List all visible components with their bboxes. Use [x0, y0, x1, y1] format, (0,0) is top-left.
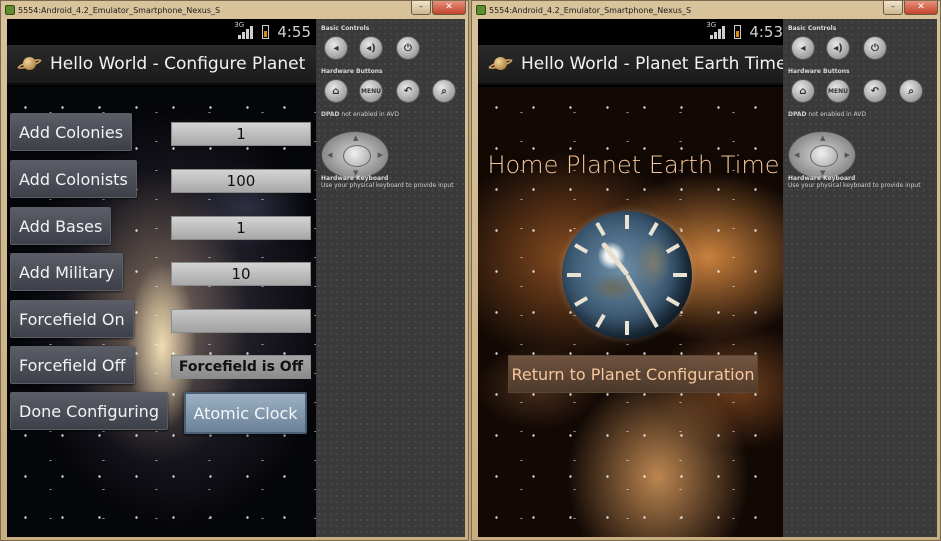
emulator-controls-panel: Basic Controls ◂ ◂) ⏻ Hardware Buttons ⌂… — [316, 19, 465, 537]
window-titlebar[interactable]: 5554:Android_4.2_Emulator_Smartphone_Nex… — [472, 1, 940, 19]
earth-time-content: Home Planet Earth Time Return to Planet … — [478, 87, 789, 537]
add-bases-button[interactable]: Add Bases — [10, 207, 112, 245]
status-bar: 3G 4:55 — [7, 19, 317, 45]
network-type-label: 3G — [234, 21, 245, 29]
window-controls: – ✕ — [411, 1, 466, 15]
emulator-controls-panel: Basic Controls ◂ ◂) ⏻ Hardware Buttons ⌂… — [783, 19, 937, 537]
hardware-keyboard-label: Hardware Keyboard — [321, 175, 389, 182]
menu-button[interactable]: MENU — [826, 79, 850, 103]
minute-hand — [625, 274, 655, 322]
forcefield-field[interactable] — [171, 309, 311, 333]
atomic-clock-button[interactable]: Atomic Clock — [184, 392, 307, 434]
status-clock: 4:55 — [277, 23, 311, 41]
add-colonies-button[interactable]: Add Colonies — [10, 113, 133, 151]
dpad-control[interactable]: ▲ ▼ ◀ ▶ — [321, 131, 389, 179]
action-bar-title: Hello World - Configure Planet — [50, 54, 306, 74]
basic-controls-label: Basic Controls — [788, 25, 837, 32]
network-type-label: 3G — [706, 21, 717, 29]
window-title: 5554:Android_4.2_Emulator_Smartphone_Nex… — [18, 5, 221, 15]
bases-field[interactable]: 1 — [171, 216, 311, 240]
status-clock: 4:53 — [749, 23, 783, 41]
home-icon[interactable]: ⌂ — [324, 79, 348, 103]
basic-controls-label: Basic Controls — [321, 25, 370, 32]
saturn-icon — [487, 56, 514, 72]
emulator-window-configure: 5554:Android_4.2_Emulator_Smartphone_Nex… — [0, 0, 469, 541]
device-screen: 3G 4:53 Hello World - Planet Earth Time … — [478, 19, 789, 537]
emulator-window-earth-time: 5554:Android_4.2_Emulator_Smartphone_Nex… — [471, 0, 941, 541]
android-app-icon — [5, 5, 15, 15]
power-icon[interactable]: ⏻ — [396, 36, 420, 60]
military-field[interactable]: 10 — [171, 262, 311, 286]
menu-button[interactable]: MENU — [359, 79, 383, 103]
keyboard-note: Use your physical keyboard to provide in… — [321, 182, 454, 189]
return-to-configuration-button[interactable]: Return to Planet Configuration — [508, 355, 758, 393]
device-screen: 3G 4:55 Hello World - Configure Planet A… — [7, 19, 317, 537]
volume-up-icon[interactable]: ◂) — [826, 36, 850, 60]
minimize-button[interactable]: – — [411, 1, 431, 15]
forcefield-status: Forcefield is Off — [171, 355, 311, 379]
action-bar: Hello World - Configure Planet — [7, 45, 317, 85]
configure-content: Add Colonies 1 Add Colonists 100 Add Bas… — [7, 87, 317, 537]
colonists-field[interactable]: 100 — [171, 169, 311, 193]
dpad-note: DPAD not enabled in AVD — [321, 111, 399, 118]
volume-down-icon[interactable]: ◂ — [791, 36, 815, 60]
done-configuring-button[interactable]: Done Configuring — [10, 392, 168, 430]
back-icon[interactable]: ↶ — [863, 79, 887, 103]
power-icon[interactable]: ⏻ — [863, 36, 887, 60]
close-button[interactable]: ✕ — [904, 1, 938, 15]
battery-icon — [734, 25, 742, 39]
close-button[interactable]: ✕ — [432, 1, 466, 15]
colonies-field[interactable]: 1 — [171, 122, 311, 146]
status-bar: 3G 4:53 — [478, 19, 789, 45]
hardware-keyboard-label: Hardware Keyboard — [788, 175, 856, 182]
hardware-buttons-label: Hardware Buttons — [788, 68, 850, 75]
forcefield-off-button[interactable]: Forcefield Off — [10, 346, 135, 384]
window-controls: – ✕ — [883, 1, 938, 15]
battery-icon — [262, 25, 270, 39]
earth-analog-clock — [562, 211, 692, 339]
volume-down-icon[interactable]: ◂ — [324, 36, 348, 60]
add-military-button[interactable]: Add Military — [10, 253, 124, 291]
hour-hand — [600, 241, 630, 277]
signal-icon: 3G — [706, 21, 726, 39]
forcefield-on-button[interactable]: Forcefield On — [10, 300, 134, 338]
signal-icon: 3G — [234, 21, 254, 39]
action-bar: Hello World - Planet Earth Time — [478, 45, 789, 85]
saturn-icon — [16, 56, 43, 72]
window-titlebar[interactable]: 5554:Android_4.2_Emulator_Smartphone_Nex… — [1, 1, 468, 19]
window-title: 5554:Android_4.2_Emulator_Smartphone_Nex… — [489, 5, 692, 15]
back-icon[interactable]: ↶ — [396, 79, 420, 103]
dpad-note: DPAD not enabled in AVD — [788, 111, 866, 118]
search-icon[interactable]: ⌕ — [432, 79, 456, 103]
home-icon[interactable]: ⌂ — [791, 79, 815, 103]
volume-up-icon[interactable]: ◂) — [359, 36, 383, 60]
dpad-control[interactable]: ▲ ▼ ◀ ▶ — [788, 131, 856, 179]
add-colonists-button[interactable]: Add Colonists — [10, 160, 137, 198]
action-bar-title: Hello World - Planet Earth Time — [521, 54, 787, 74]
minimize-button[interactable]: – — [883, 1, 903, 15]
search-icon[interactable]: ⌕ — [899, 79, 923, 103]
earth-time-heading: Home Planet Earth Time — [487, 151, 780, 179]
keyboard-note: Use your physical keyboard to provide in… — [788, 182, 921, 189]
hardware-buttons-label: Hardware Buttons — [321, 68, 383, 75]
android-app-icon — [476, 5, 486, 15]
